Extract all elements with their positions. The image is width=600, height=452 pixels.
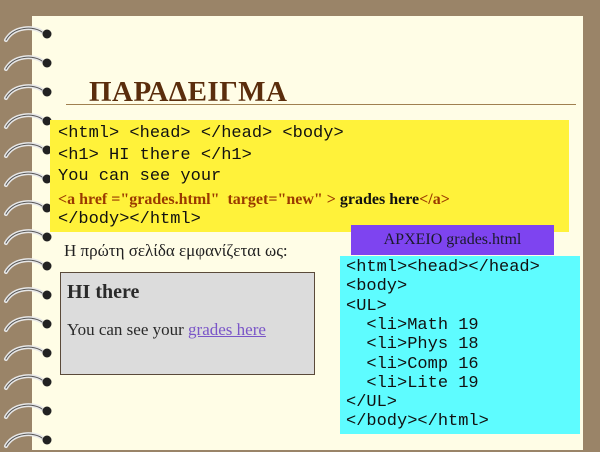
grades-code-line: <li>Comp 16 [346,354,479,374]
code-line-3: You can see your [58,167,222,186]
binding-ring [4,84,52,100]
grades-code-line: <body> [346,277,408,297]
code-line-anchor: <a href ="grades.html" target="new" > gr… [58,189,450,210]
title-divider [66,104,576,105]
grades-code-line: <li>Lite 19 [346,373,479,393]
binding-ring [4,316,52,332]
grades-code-line: </body></html> [346,412,489,432]
code-line-1: <html> <head> </head> <body> [58,124,344,143]
code-line-2: <h1> HI there </h1> [58,146,252,165]
grades-code-line: <li>Math 19 [346,315,479,335]
grades-file-code: <html><head></head> <body> <UL> <li>Math 1… [340,256,580,434]
code-line-last: </body></html> [58,210,201,229]
browser-preview: HI there You can see your grades here [60,272,315,375]
grades-code-line: <html><head></head> [346,258,540,277]
preview-text: You can see your [67,320,189,339]
preview-heading: HI there [67,281,140,303]
binding-ring [4,432,52,448]
grades-code-line: <li>Phys 18 [346,335,479,355]
binding-ring [4,287,52,303]
binding-ring [4,345,52,361]
grades-code-line: </UL> [346,393,398,413]
preview-paragraph: You can see your grades here [67,320,266,340]
anchor-text: grades here [335,191,420,208]
grades-link[interactable]: grades here [188,320,266,339]
anchor-close-tag: </a> [419,191,450,208]
binding-ring [4,403,52,419]
binding-ring [4,26,52,42]
binding-ring [4,374,52,390]
lead-text: Η πρώτη σελίδα εμφανίζεται ως: [64,241,288,260]
grades-code-line: <UL> [346,296,387,316]
anchor-open-tag: <a href ="grades.html" target="new" > [58,191,336,208]
binding-ring [4,55,52,71]
file-label: ΑΡΧΕΙΟ grades.html [351,225,554,255]
binding-ring [4,258,52,274]
source-code-block: <html> <head> </head> <body> <h1> HI the… [50,120,569,232]
